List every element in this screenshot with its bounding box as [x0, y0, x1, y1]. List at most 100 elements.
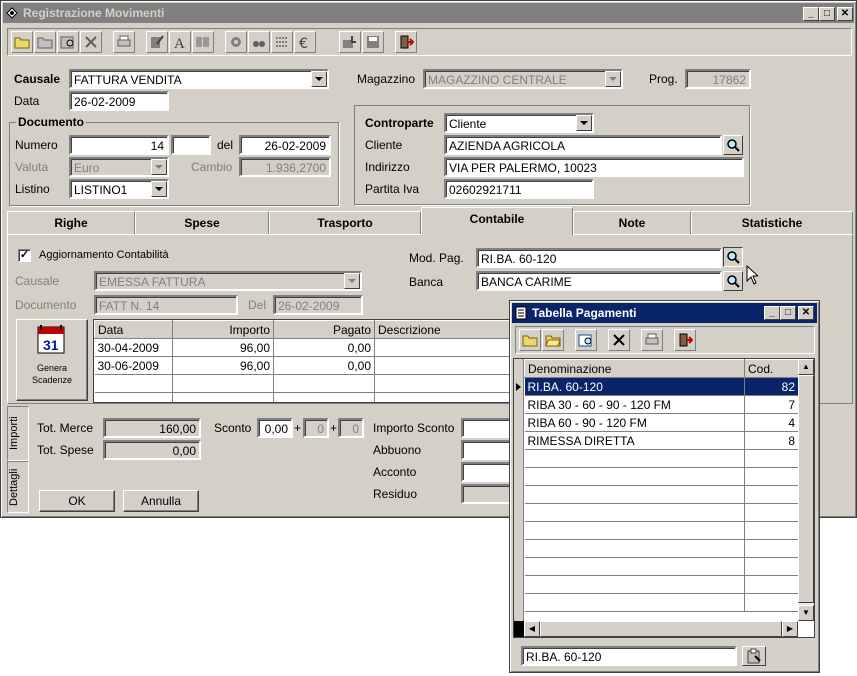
barcode-icon[interactable] [192, 31, 214, 53]
exit-icon[interactable] [674, 329, 696, 351]
tab-importi[interactable]: Importi [7, 406, 29, 461]
col-data[interactable]: Data [94, 320, 173, 339]
close-button[interactable]: ✕ [798, 306, 814, 320]
table-row[interactable] [94, 392, 516, 402]
causale-select[interactable]: FATTURA VENDITA [69, 69, 329, 89]
scroll-left-arrow-icon[interactable]: ◀ [524, 621, 540, 637]
tools-icon[interactable] [225, 31, 247, 53]
horizontal-scrollbar[interactable]: ◀ ▶ [514, 621, 798, 637]
col-pagato[interactable]: Pagato [273, 320, 375, 339]
payment-confirm-button[interactable] [742, 646, 766, 666]
font-icon[interactable]: A [169, 31, 191, 53]
acconto-field[interactable] [461, 462, 516, 482]
scroll-up-arrow-icon[interactable]: ▲ [798, 359, 814, 375]
row-name[interactable]: RI.BA. 60-120 [524, 377, 745, 396]
close-button[interactable]: ✕ [837, 7, 853, 21]
tab-dettagli[interactable]: Dettagli [7, 461, 29, 513]
abbuono-field[interactable] [461, 440, 516, 460]
del-field[interactable]: 26-02-2009 [239, 135, 331, 155]
row-code[interactable]: 7 [744, 395, 799, 414]
genera-scadenze-button[interactable]: 31 Genera Scadenze [16, 319, 88, 401]
row-descrizione[interactable] [374, 356, 516, 375]
numero-suffix-field[interactable] [171, 135, 211, 155]
table-row-selected[interactable]: RI.BA. 60-120 82 [524, 377, 799, 396]
new-icon[interactable] [519, 329, 541, 351]
listino-select[interactable]: LISTINO1 [69, 179, 169, 199]
minimize-button[interactable]: _ [803, 7, 819, 21]
mod-pag-field[interactable]: RI.BA. 60-120 [476, 248, 722, 268]
row-pagato[interactable]: 0,00 [273, 356, 375, 375]
main-title-bar[interactable]: Registrazione Movimenti [3, 3, 854, 23]
numero-field[interactable]: 14 [69, 135, 169, 155]
scroll-h-thumb[interactable] [540, 621, 782, 637]
row-name[interactable]: RIBA 30 - 60 - 90 - 120 FM [524, 395, 745, 414]
table-row[interactable]: RIBA 60 - 90 - 120 FM 4 [524, 413, 799, 432]
table-row[interactable]: 30-04-2009 96,00 0,00 [94, 338, 516, 357]
chevron-down-icon[interactable] [576, 115, 592, 131]
search-doc-icon[interactable] [575, 329, 597, 351]
col-descrizione[interactable]: Descrizione [374, 320, 516, 339]
minimize-button[interactable]: _ [764, 306, 780, 320]
scroll-right-arrow-icon[interactable]: ▶ [782, 621, 798, 637]
banca-field[interactable]: BANCA CARIME [476, 271, 722, 291]
row-data[interactable]: 30-04-2009 [94, 338, 173, 357]
print-icon[interactable] [113, 31, 135, 53]
row-code[interactable]: 8 [744, 431, 799, 450]
table-row[interactable] [524, 575, 799, 594]
row-importo[interactable]: 96,00 [172, 356, 274, 375]
tab-note[interactable]: Note [573, 211, 691, 235]
delete-icon[interactable] [608, 329, 630, 351]
chevron-down-icon[interactable] [151, 181, 167, 197]
euro-icon[interactable]: € [294, 31, 316, 53]
table-row[interactable]: RIMESSA DIRETTA 8 [524, 431, 799, 450]
binoculars-icon[interactable] [248, 31, 270, 53]
save-icon[interactable] [362, 31, 384, 53]
col-importo[interactable]: Importo [172, 320, 274, 339]
col-denominazione[interactable]: Denominazione [524, 359, 745, 378]
import-icon[interactable] [339, 31, 361, 53]
row-name[interactable]: RIBA 60 - 90 - 120 FM [524, 413, 745, 432]
row-descrizione[interactable] [374, 338, 516, 357]
table-row[interactable]: RIBA 30 - 60 - 90 - 120 FM 7 [524, 395, 799, 414]
table-row[interactable]: 30-06-2009 96,00 0,00 [94, 356, 516, 375]
cliente-field[interactable]: AZIENDA AGRICOLA [444, 135, 722, 155]
indirizzo-field[interactable]: VIA PER PALERMO, 10023 [444, 157, 744, 177]
row-pagato[interactable]: 0,00 [273, 338, 375, 357]
print-icon[interactable] [641, 329, 663, 351]
delete-icon[interactable] [80, 31, 102, 53]
row-data[interactable]: 30-06-2009 [94, 356, 173, 375]
scroll-thumb[interactable] [798, 375, 814, 603]
table-row[interactable] [524, 449, 799, 468]
data-field[interactable]: 26-02-2009 [69, 91, 169, 111]
edit-icon[interactable] [146, 31, 168, 53]
search-doc-icon[interactable] [57, 31, 79, 53]
table-row[interactable] [524, 593, 799, 612]
cliente-search-button[interactable] [723, 135, 743, 155]
table-row[interactable] [524, 557, 799, 576]
col-cod[interactable]: Cod. [744, 359, 799, 378]
tab-contabile[interactable]: Contabile [421, 207, 573, 235]
row-name[interactable]: RIMESSA DIRETTA [524, 431, 745, 450]
sconto1-field[interactable]: 0,00 [257, 418, 293, 438]
new-icon[interactable] [11, 31, 33, 53]
table-row[interactable] [94, 374, 516, 393]
scroll-down-arrow-icon[interactable]: ▼ [798, 605, 814, 621]
tab-righe[interactable]: Righe [7, 211, 135, 235]
chevron-down-icon[interactable] [311, 71, 327, 87]
row-code[interactable]: 82 [744, 377, 799, 396]
mod-pag-search-button[interactable] [723, 247, 743, 267]
row-importo[interactable]: 96,00 [172, 338, 274, 357]
annulla-button[interactable]: Annulla [123, 490, 199, 512]
exit-icon[interactable] [395, 31, 417, 53]
banca-search-button[interactable] [723, 271, 743, 291]
tab-trasporto[interactable]: Trasporto [269, 211, 421, 235]
aggiornamento-checkbox[interactable]: ✓ [18, 249, 31, 262]
table-row[interactable] [524, 467, 799, 486]
list-icon[interactable] [271, 31, 293, 53]
tab-spese[interactable]: Spese [135, 211, 269, 235]
payment-search-field[interactable]: RI.BA. 60-120 [521, 646, 737, 666]
ok-button[interactable]: OK [39, 490, 115, 512]
tab-statistiche[interactable]: Statistiche [691, 211, 853, 235]
importo-sconto-field[interactable] [461, 418, 516, 438]
vertical-scrollbar[interactable]: ▲ ▼ [798, 359, 814, 621]
